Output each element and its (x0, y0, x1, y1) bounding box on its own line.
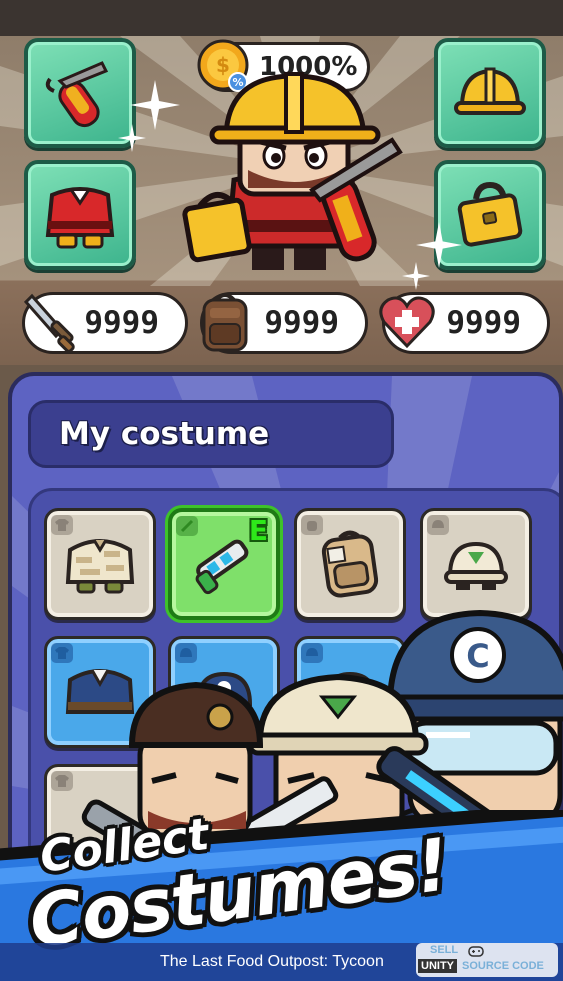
sword-icon (23, 293, 75, 353)
equipment-area: 1000% $ % 9999 9999 9999 (0, 0, 563, 365)
watermark-logo: SELL UNITY SOURCE CODE (416, 943, 558, 977)
health-value: 9999 (446, 305, 521, 341)
sparkle-icon (130, 80, 180, 130)
costume-panel-title: My costume (59, 416, 270, 452)
hat-type-icon (427, 515, 449, 535)
sparkle-icon (402, 262, 430, 290)
gamepad-icon (468, 946, 484, 957)
bag-type-icon (301, 515, 323, 535)
game-title: The Last Food Outpost: Tycoon (160, 953, 384, 970)
attack-value: 9999 (84, 305, 159, 341)
equip-slot-helmet[interactable] (434, 38, 546, 148)
capacity-value: 9999 (264, 305, 339, 341)
firefighter-suit-icon (45, 187, 115, 249)
hero-character (182, 72, 403, 270)
weapon-type-icon (176, 516, 198, 536)
costume-panel-header: My costume (28, 400, 394, 468)
equip-slot-outfit[interactable] (24, 160, 136, 270)
equipped-badge: E (248, 514, 268, 547)
watermark-source: SOURCE CODE (462, 960, 544, 972)
sparkle-icon (118, 124, 146, 152)
hard-hat-icon (454, 67, 526, 115)
svg-text:C: C (466, 637, 489, 675)
heart-icon (379, 296, 435, 349)
watermark-unity: UNITY (418, 959, 457, 973)
shirt-type-icon (51, 515, 73, 535)
watermark-sell: SELL (430, 944, 459, 956)
game-screen: 1000% $ % 9999 9999 9999 My costume E C … (0, 0, 563, 981)
backpack-icon (202, 293, 248, 352)
fire-extinguisher-icon (45, 61, 109, 128)
